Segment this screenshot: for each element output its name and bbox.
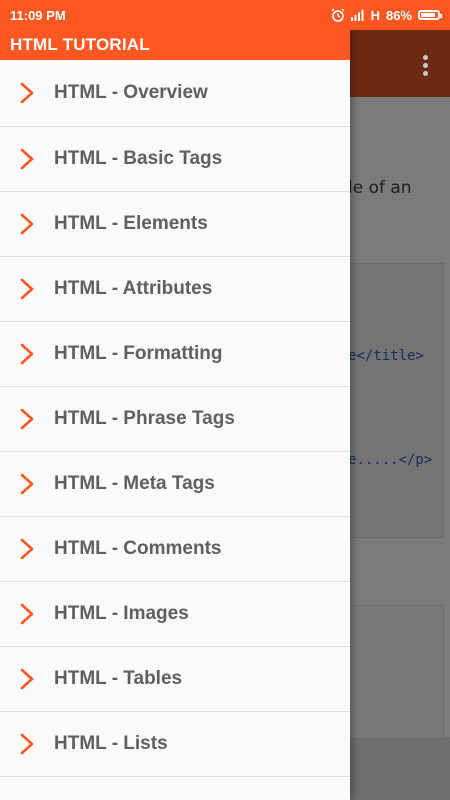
drawer-item-label: HTML - Formatting xyxy=(54,343,223,364)
drawer-item-meta-tags[interactable]: HTML - Meta Tags xyxy=(0,452,350,517)
chevron-right-icon xyxy=(0,647,54,711)
drawer-item-formatting[interactable]: HTML - Formatting xyxy=(0,322,350,387)
drawer-item-label: HTML - Elements xyxy=(54,213,208,234)
drawer-list: HTML - Overview HTML - Basic Tags HTML -… xyxy=(0,60,350,777)
drawer-item-basic-tags[interactable]: HTML - Basic Tags xyxy=(0,127,350,192)
drawer-item-label: HTML - Overview xyxy=(54,82,208,103)
chevron-right-icon xyxy=(0,517,54,581)
drawer-item-label: HTML - Basic Tags xyxy=(54,148,223,169)
battery-icon xyxy=(418,10,442,20)
status-time: 11:09 PM xyxy=(10,7,66,23)
drawer-item-label: HTML - Comments xyxy=(54,538,222,559)
drawer-item-label: HTML - Images xyxy=(54,603,189,624)
drawer-item-phrase-tags[interactable]: HTML - Phrase Tags xyxy=(0,387,350,452)
background-code-line: e</title> xyxy=(348,348,424,364)
drawer-item-lists[interactable]: HTML - Lists xyxy=(0,712,350,777)
network-type: H xyxy=(370,7,380,23)
background-code-block xyxy=(340,605,444,739)
drawer-item-attributes[interactable]: HTML - Attributes xyxy=(0,257,350,322)
chevron-right-icon xyxy=(0,582,54,646)
drawer-item-label: HTML - Lists xyxy=(54,733,168,754)
drawer-item-overview[interactable]: HTML - Overview xyxy=(0,60,350,127)
navigation-drawer: HTML TUTORIAL HTML - Overview HTML - Bas… xyxy=(0,30,350,800)
chevron-right-icon xyxy=(0,712,54,776)
alarm-icon xyxy=(331,8,345,22)
drawer-item-images[interactable]: HTML - Images xyxy=(0,582,350,647)
battery-percent: 86% xyxy=(385,7,412,23)
chevron-right-icon xyxy=(0,452,54,516)
drawer-item-tables[interactable]: HTML - Tables xyxy=(0,647,350,712)
chevron-right-icon xyxy=(0,322,54,386)
drawer-item-label: HTML - Tables xyxy=(54,668,183,689)
chevron-right-icon xyxy=(0,257,54,321)
chevron-right-icon xyxy=(0,387,54,451)
status-right-group: H 86% xyxy=(331,7,442,23)
background-text-fragment: le of an xyxy=(348,178,412,198)
drawer-item-label: HTML - Attributes xyxy=(54,278,213,299)
drawer-item-label: HTML - Phrase Tags xyxy=(54,408,235,429)
overflow-menu-icon xyxy=(423,55,428,76)
status-bar: 11:09 PM H 86% xyxy=(0,0,450,30)
background-code-block xyxy=(340,263,444,538)
drawer-item-label: HTML - Meta Tags xyxy=(54,473,215,494)
drawer-item-comments[interactable]: HTML - Comments xyxy=(0,517,350,582)
chevron-right-icon xyxy=(0,127,54,191)
signal-icon xyxy=(350,9,365,21)
chevron-right-icon xyxy=(0,192,54,256)
drawer-title: HTML TUTORIAL xyxy=(0,30,350,60)
chevron-right-icon xyxy=(0,60,54,126)
background-code-line: e.....</p> xyxy=(348,452,433,468)
drawer-item-elements[interactable]: HTML - Elements xyxy=(0,192,350,257)
